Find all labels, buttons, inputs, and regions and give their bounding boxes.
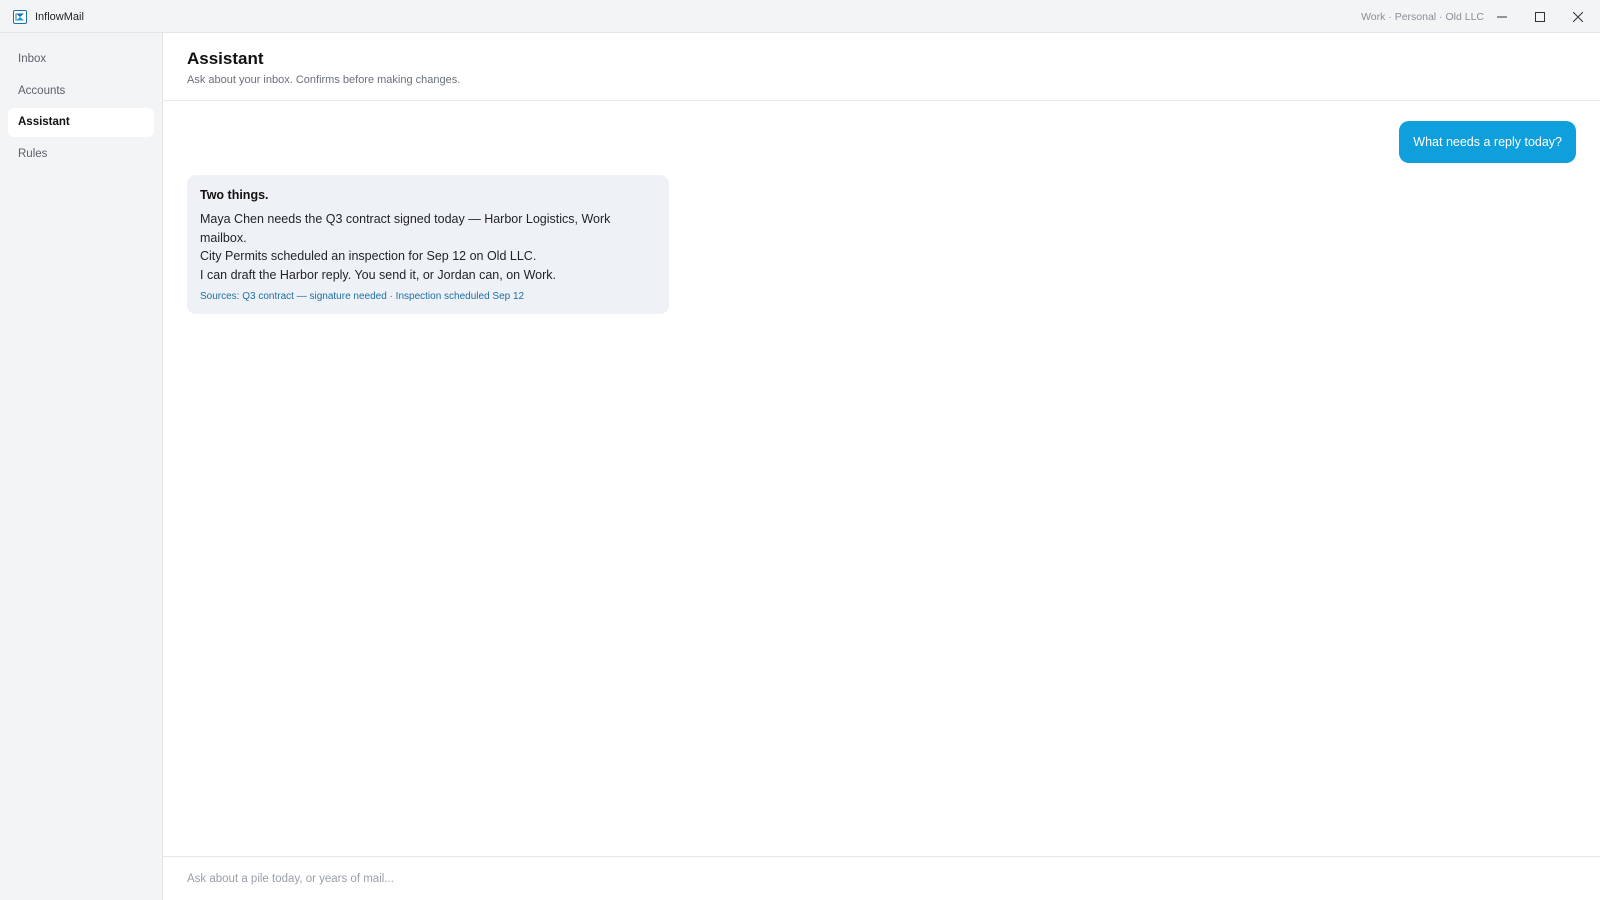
sources-row: Sources: Q3 contract — signature needed … [200, 291, 656, 302]
page-subtitle: Ask about your inbox. Confirms before ma… [187, 74, 461, 86]
maximize-icon [1535, 11, 1545, 22]
sidebar-item-rules[interactable]: Rules [8, 140, 154, 169]
app-window: InflowMail Work · Personal · Old LLC Inb… [0, 0, 1600, 900]
composer [163, 856, 1600, 900]
assistant-heading: Two things. [200, 188, 269, 202]
sources-label: Sources: [200, 290, 243, 302]
assistant-message: Two things. Maya Chen needs the Q3 contr… [187, 175, 669, 314]
source-link-q3-contract[interactable]: Q3 contract — signature needed [242, 291, 387, 302]
assistant-line: I can draft the Harbor reply. You send i… [200, 268, 556, 283]
minimize-button[interactable] [1483, 0, 1521, 33]
sidebar-item-assistant[interactable]: Assistant [8, 108, 154, 137]
close-button[interactable] [1559, 0, 1597, 33]
sidebar-item-accounts[interactable]: Accounts [8, 77, 154, 106]
minimize-icon [1497, 12, 1507, 22]
sidebar-item-inbox[interactable]: Inbox [8, 45, 154, 74]
inflowmail-logo-icon [13, 10, 27, 24]
page-title: Assistant [187, 49, 264, 68]
close-icon [1573, 11, 1583, 22]
user-message: What needs a reply today? [1399, 121, 1576, 163]
accounts-label: Work · Personal · Old LLC [1361, 11, 1484, 23]
sidebar: Inbox Accounts Assistant Rules [0, 33, 163, 900]
assistant-line: Maya Chen needs the Q3 contract signed t… [200, 212, 611, 245]
source-link-inspection[interactable]: Inspection scheduled Sep 12 [396, 291, 524, 302]
app-name: InflowMail [35, 11, 84, 23]
assistant-line: City Permits scheduled an inspection for… [200, 249, 537, 264]
chat-thread: What needs a reply today? Two things. Ma… [163, 101, 1600, 850]
sources-separator: · [386, 290, 396, 302]
page-header: Assistant Ask about your inbox. Confirms… [163, 33, 1600, 101]
ask-input[interactable] [187, 869, 1567, 889]
title-bar: InflowMail Work · Personal · Old LLC [0, 0, 1600, 33]
main-panel: Assistant Ask about your inbox. Confirms… [163, 33, 1600, 900]
maximize-button[interactable] [1521, 0, 1559, 33]
